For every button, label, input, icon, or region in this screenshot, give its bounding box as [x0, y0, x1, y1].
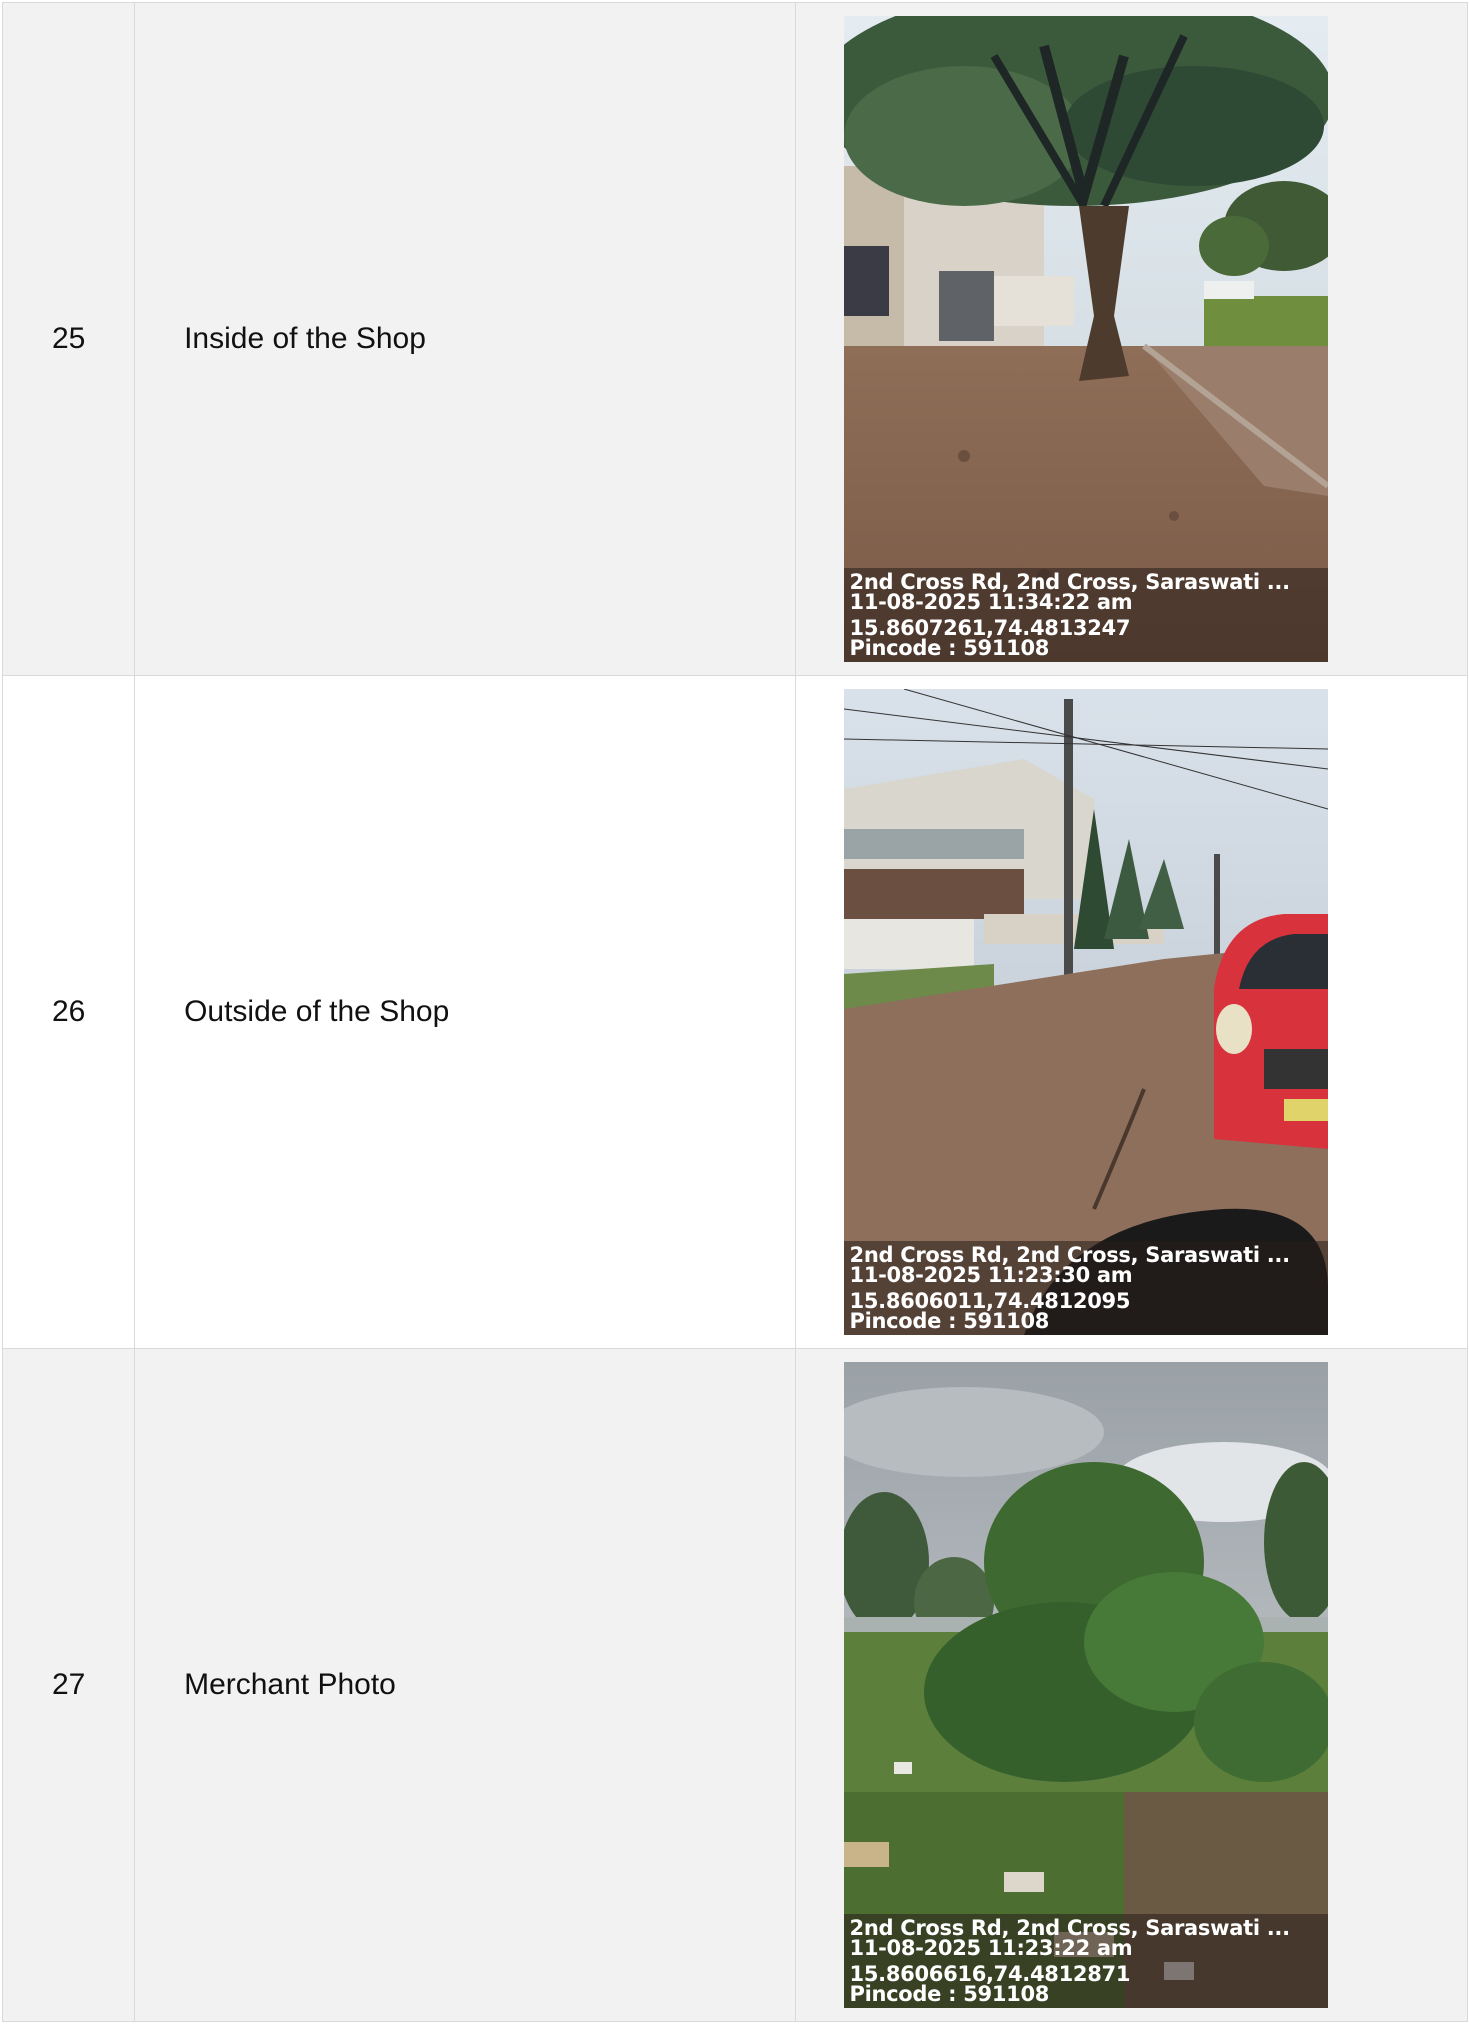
photo-coordinates: 15.8606011,74.4812095 — [849, 1289, 1131, 1313]
street-tree-image — [843, 16, 1328, 662]
photo-address: 2nd Cross Rd, 2nd Cross, Saraswati ... — [849, 1916, 1291, 1940]
photo-pincode: Pincode : 591108 — [849, 636, 1050, 660]
road-car-image — [843, 689, 1328, 1335]
photo-pincode: Pincode : 591108 — [849, 1309, 1050, 1333]
photo-cell: 2nd Cross Rd, 2nd Cross, Saraswati ... 1… — [794, 675, 1469, 1349]
photo-coordinates: 15.8606616,74.4812871 — [849, 1962, 1131, 1986]
row-number: 26 — [1, 675, 136, 1349]
table-row: 27 Merchant Photo 2nd Cross Rd, 2nd Cros… — [1, 1348, 1469, 2022]
photo-datetime: 11-08-2025 11:23:22 am — [849, 1936, 1133, 1960]
geotagged-photo[interactable]: 2nd Cross Rd, 2nd Cross, Saraswati ... 1… — [843, 16, 1328, 662]
photo-geotag-overlay: 2nd Cross Rd, 2nd Cross, Saraswati ... 1… — [843, 1241, 1328, 1335]
photo-datetime: 11-08-2025 11:34:22 am — [849, 590, 1133, 614]
geotagged-photo[interactable]: 2nd Cross Rd, 2nd Cross, Saraswati ... 1… — [843, 1362, 1328, 2008]
photo-geotag-overlay: 2nd Cross Rd, 2nd Cross, Saraswati ... 1… — [843, 1914, 1328, 2008]
geotagged-photo[interactable]: 2nd Cross Rd, 2nd Cross, Saraswati ... 1… — [843, 689, 1328, 1335]
row-number: 25 — [1, 2, 136, 676]
photo-geotag-overlay: 2nd Cross Rd, 2nd Cross, Saraswati ... 1… — [843, 568, 1328, 662]
photo-table: 25 Inside of the Shop 2nd Cross Rd, 2nd … — [1, 2, 1469, 2022]
table-row: 26 Outside of the Shop 2nd Cross Rd, 2nd… — [1, 675, 1469, 1349]
table-row: 25 Inside of the Shop 2nd Cross Rd, 2nd … — [1, 2, 1469, 676]
row-label: Merchant Photo — [134, 1348, 796, 2022]
photo-address: 2nd Cross Rd, 2nd Cross, Saraswati ... — [849, 570, 1291, 594]
photo-datetime: 11-08-2025 11:23:30 am — [849, 1263, 1133, 1287]
row-label: Outside of the Shop — [134, 675, 796, 1349]
photo-coordinates: 15.8607261,74.4813247 — [849, 616, 1131, 640]
photo-address: 2nd Cross Rd, 2nd Cross, Saraswati ... — [849, 1243, 1291, 1267]
photo-cell: 2nd Cross Rd, 2nd Cross, Saraswati ... 1… — [794, 2, 1469, 676]
photo-cell: 2nd Cross Rd, 2nd Cross, Saraswati ... 1… — [794, 1348, 1469, 2022]
row-number: 27 — [1, 1348, 136, 2022]
photo-pincode: Pincode : 591108 — [849, 1982, 1050, 2006]
row-label: Inside of the Shop — [134, 2, 796, 676]
vacant-plot-image — [843, 1362, 1328, 2008]
